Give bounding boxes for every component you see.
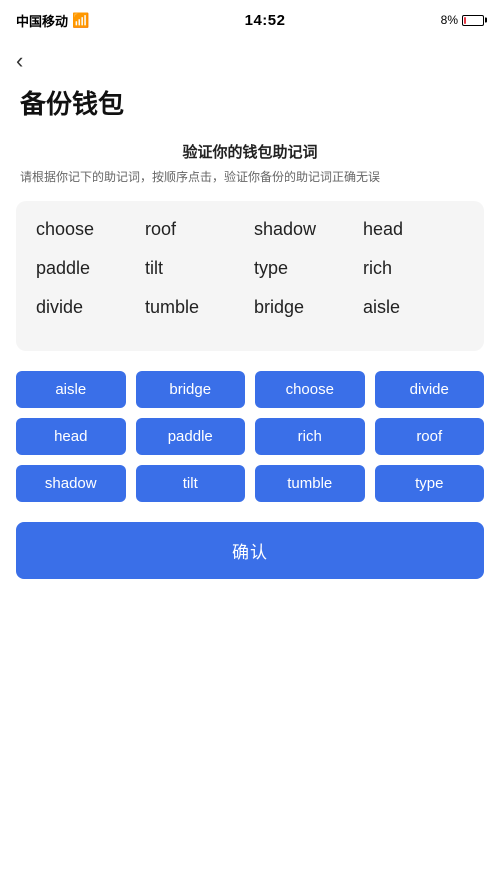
word-chips-grid: aisle bridge choose divide head paddle r… — [16, 371, 484, 502]
display-word-divide: divide — [36, 297, 137, 318]
word-chips-section: aisle bridge choose divide head paddle r… — [0, 371, 500, 502]
chip-tilt[interactable]: tilt — [136, 465, 246, 502]
confirm-button[interactable]: 确认 — [16, 522, 484, 579]
carrier-label: 中国移动 — [16, 11, 68, 30]
section-description: 请根据你记下的助记词，按顺序点击，验证你备份的助记词正确无误 — [0, 168, 500, 187]
chip-tumble[interactable]: tumble — [255, 465, 365, 502]
confirm-button-container: 确认 — [0, 522, 500, 609]
chip-type[interactable]: type — [375, 465, 485, 502]
chip-paddle[interactable]: paddle — [136, 418, 246, 455]
display-word-choose: choose — [36, 219, 137, 240]
chip-choose[interactable]: choose — [255, 371, 365, 408]
display-word-tumble: tumble — [145, 297, 246, 318]
wifi-icon: 📶 — [72, 12, 89, 29]
display-word-paddle: paddle — [36, 258, 137, 279]
word-display-grid: choose roof shadow head paddle tilt type… — [36, 219, 464, 318]
display-word-tilt: tilt — [145, 258, 246, 279]
chip-divide[interactable]: divide — [375, 371, 485, 408]
display-word-bridge: bridge — [254, 297, 355, 318]
chip-aisle[interactable]: aisle — [16, 371, 126, 408]
status-bar: 中国移动 📶 14:52 8% — [0, 0, 500, 36]
display-word-type: type — [254, 258, 355, 279]
chip-shadow[interactable]: shadow — [16, 465, 126, 502]
chip-rich[interactable]: rich — [255, 418, 365, 455]
chip-head[interactable]: head — [16, 418, 126, 455]
page-title: 备份钱包 — [0, 80, 500, 141]
chip-bridge[interactable]: bridge — [136, 371, 246, 408]
display-word-rich: rich — [363, 258, 464, 279]
back-button[interactable]: ‹ — [0, 36, 39, 80]
chip-roof[interactable]: roof — [375, 418, 485, 455]
status-left: 中国移动 📶 — [16, 11, 89, 30]
display-word-roof: roof — [145, 219, 246, 240]
word-display-area: choose roof shadow head paddle tilt type… — [16, 201, 484, 351]
status-right: 8% — [441, 13, 484, 27]
section-heading: 验证你的钱包助记词 — [0, 141, 500, 162]
battery-percent: 8% — [441, 13, 458, 27]
status-time: 14:52 — [245, 12, 286, 29]
display-word-head: head — [363, 219, 464, 240]
display-word-aisle: aisle — [363, 297, 464, 318]
display-word-shadow: shadow — [254, 219, 355, 240]
battery-icon — [462, 15, 484, 26]
